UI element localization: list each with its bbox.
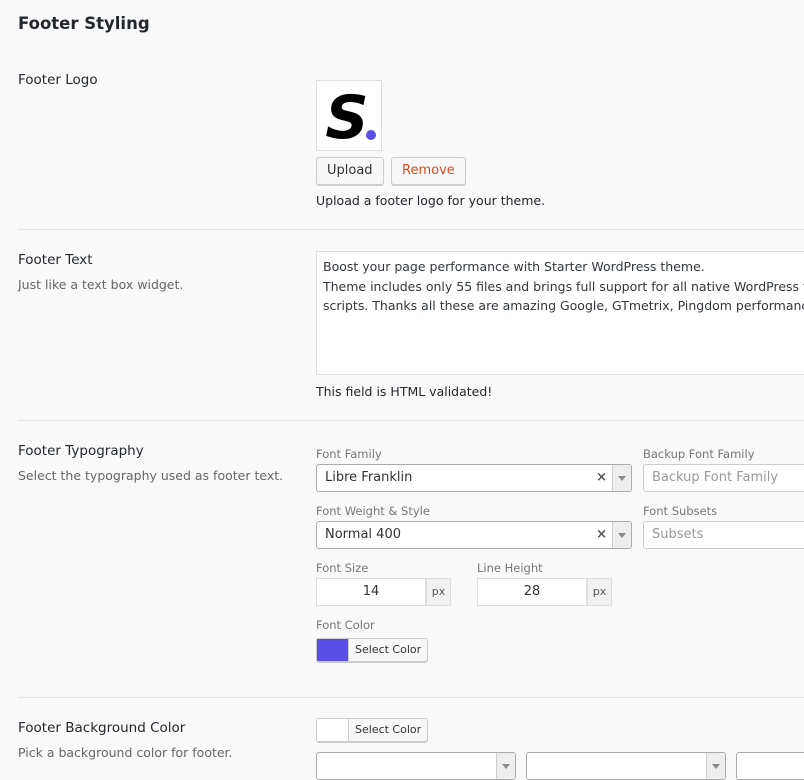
footer-text-label: Footer Text xyxy=(18,252,93,268)
chevron-down-icon[interactable] xyxy=(706,753,725,779)
footer-background-label: Footer Background Color xyxy=(18,720,186,736)
select-color-label: Select Color xyxy=(355,723,422,736)
footer-logo-preview: S xyxy=(316,80,382,153)
clear-icon[interactable]: × xyxy=(596,465,607,491)
footer-text-line: Boost your page performance with Starter… xyxy=(323,259,705,274)
font-size-unit: px xyxy=(426,578,451,606)
page-title: Footer Styling xyxy=(18,14,150,33)
footer-text-line: Theme includes only 55 files and brings … xyxy=(323,278,804,294)
line-height-unit: px xyxy=(587,578,612,606)
remove-button[interactable]: Remove xyxy=(391,157,466,185)
background-option-select[interactable] xyxy=(736,752,804,780)
footer-typography-label: Footer Typography xyxy=(18,443,144,459)
chevron-down-icon[interactable] xyxy=(612,465,631,491)
font-size-label: Font Size xyxy=(316,561,369,575)
select-color-label: Select Color xyxy=(355,643,422,656)
backup-font-family-label: Backup Font Family xyxy=(643,447,755,461)
font-family-select[interactable]: Libre Franklin × xyxy=(316,464,632,492)
font-family-label: Font Family xyxy=(316,447,382,461)
footer-logo-help: Upload a footer logo for your theme. xyxy=(316,193,546,208)
chevron-down-icon[interactable] xyxy=(496,753,515,779)
font-subsets-label: Font Subsets xyxy=(643,504,718,518)
chevron-down-icon[interactable] xyxy=(612,522,631,548)
background-color-button[interactable]: Select Color xyxy=(316,718,429,742)
font-family-value: Libre Franklin xyxy=(325,470,413,485)
footer-typography-description: Select the typography used as footer tex… xyxy=(18,468,284,483)
background-option-select[interactable] xyxy=(526,752,726,780)
line-height-label: Line Height xyxy=(477,561,543,575)
font-weight-value: Normal 400 xyxy=(325,527,401,542)
font-color-button[interactable]: Select Color xyxy=(316,638,429,662)
font-subsets-placeholder: Subsets xyxy=(652,527,704,542)
font-weight-select[interactable]: Normal 400 × xyxy=(316,521,632,549)
backup-font-family-select[interactable]: Backup Font Family xyxy=(643,464,804,492)
footer-logo-label: Footer Logo xyxy=(18,72,98,88)
divider xyxy=(18,420,804,421)
footer-text-textarea[interactable]: Boost your page performance with Starter… xyxy=(316,251,804,375)
logo-image: S xyxy=(325,83,376,153)
clear-icon[interactable]: × xyxy=(596,522,607,548)
footer-background-description: Pick a background color for footer. xyxy=(18,745,233,760)
divider xyxy=(18,697,804,698)
font-weight-label: Font Weight & Style xyxy=(316,504,430,518)
color-swatch xyxy=(317,639,349,661)
backup-font-family-placeholder: Backup Font Family xyxy=(652,470,779,485)
font-size-input[interactable]: 14 xyxy=(316,578,426,606)
font-color-label: Font Color xyxy=(316,618,375,632)
footer-text-description: Just like a text box widget. xyxy=(18,277,184,292)
line-height-input[interactable]: 28 xyxy=(477,578,587,606)
footer-text-line: scripts. Thanks all these are amazing Go… xyxy=(323,298,804,313)
upload-button[interactable]: Upload xyxy=(316,157,384,185)
divider xyxy=(18,229,804,230)
footer-text-help: This field is HTML validated! xyxy=(316,384,493,399)
logo-letter: S xyxy=(325,83,368,150)
background-option-select[interactable] xyxy=(316,752,516,780)
color-swatch xyxy=(317,719,349,741)
logo-dot xyxy=(366,130,376,140)
font-subsets-select[interactable]: Subsets xyxy=(643,521,804,549)
